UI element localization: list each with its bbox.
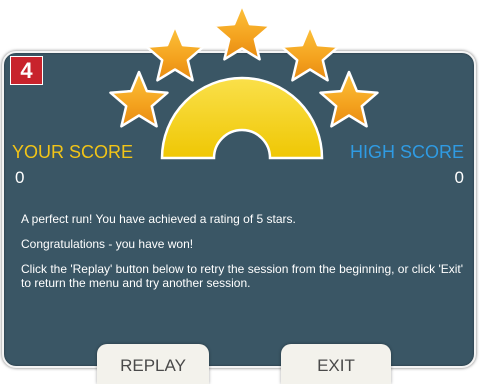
rating-display <box>109 3 379 160</box>
exit-button[interactable]: EXIT <box>281 344 391 384</box>
game-screen: 4 YOUR SCORE HIGH SCORE 0 0 A perfect ru… <box>0 0 481 384</box>
rating-arc <box>160 76 324 160</box>
replay-button[interactable]: REPLAY <box>97 344 209 384</box>
rating-arc-fill <box>160 76 324 160</box>
high-score-value: 0 <box>454 168 464 187</box>
result-message: A perfect run! You have achieved a ratin… <box>21 212 466 301</box>
star-icon <box>319 70 379 128</box>
your-score-value: 0 <box>15 168 25 187</box>
your-score-label: YOUR SCORE <box>12 142 134 162</box>
message-congrats-text: Congratulations - you have won! <box>21 237 194 251</box>
message-instructions-text: Click the 'Replay' button below to retry… <box>21 262 464 290</box>
star-icon <box>212 3 272 61</box>
message-rating-text: A perfect run! You have achieved a ratin… <box>21 212 296 226</box>
star-icon <box>145 24 205 82</box>
high-score-label: HIGH SCORE <box>349 142 464 162</box>
star-icon <box>280 24 340 82</box>
